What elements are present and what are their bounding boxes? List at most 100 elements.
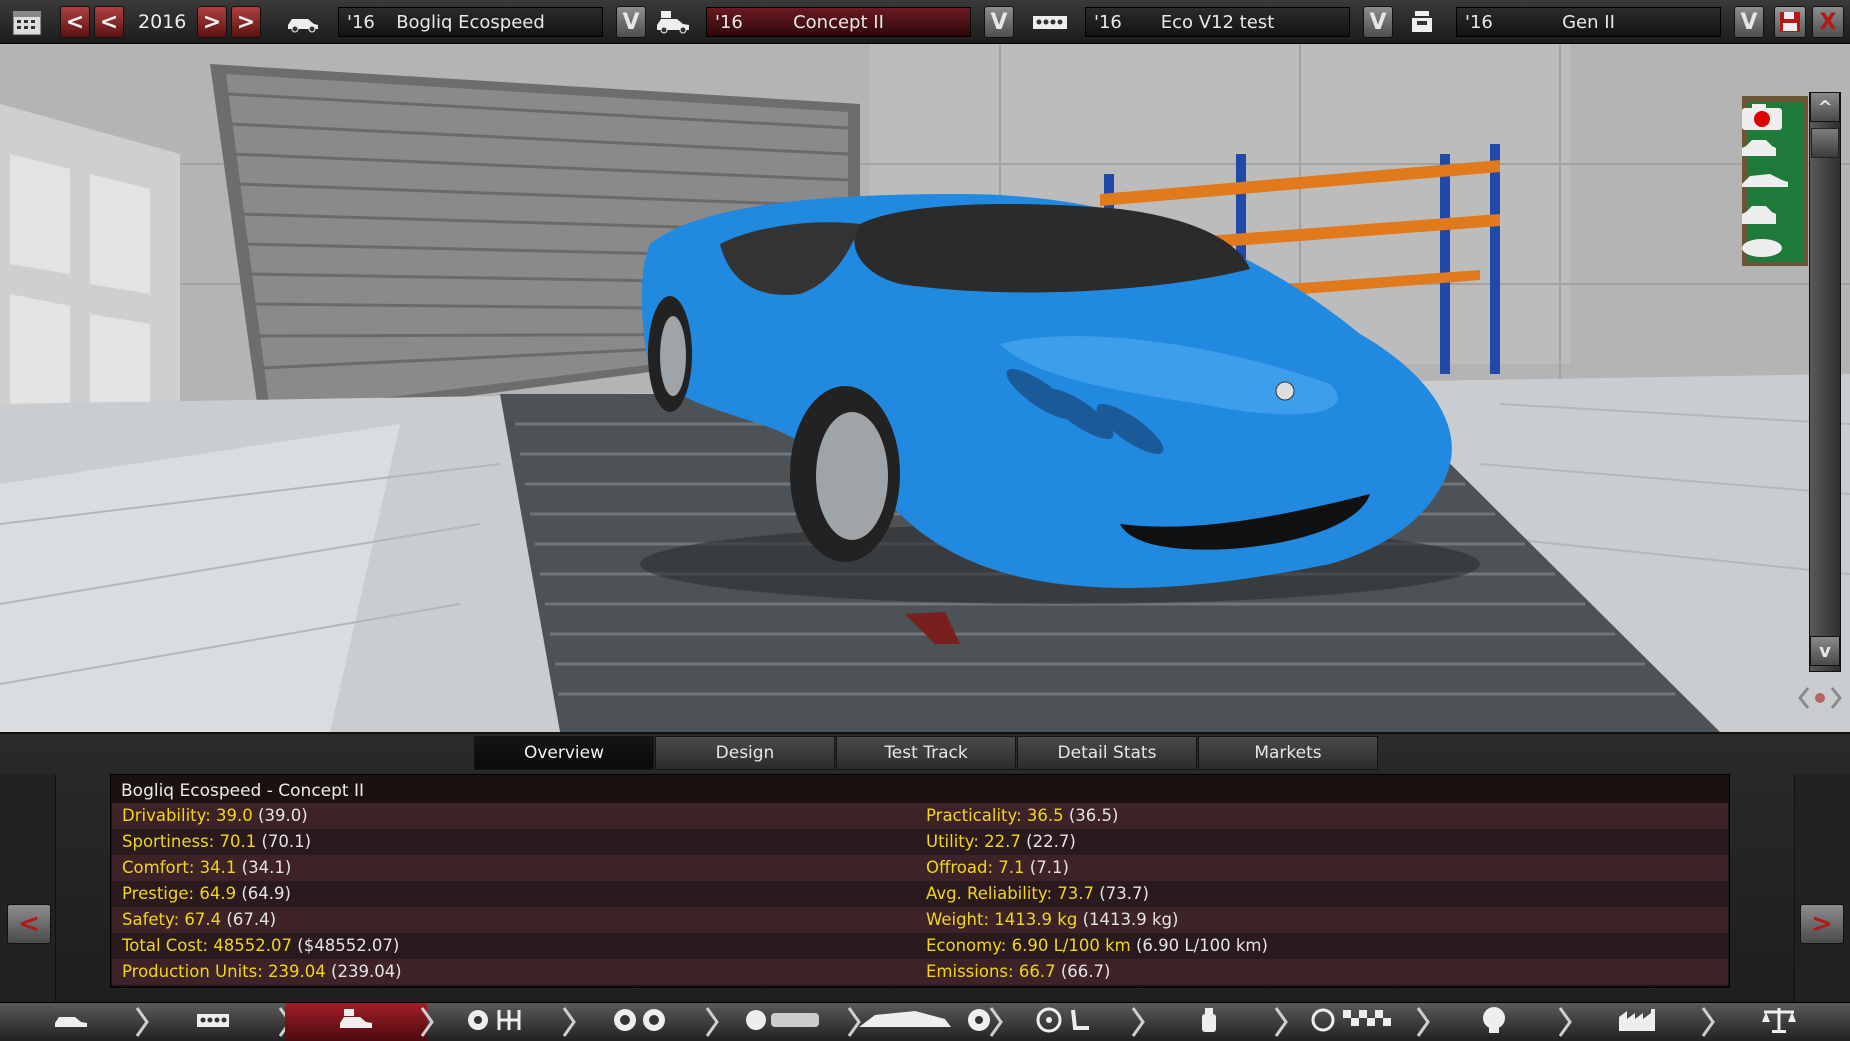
overview-stats: Bogliq Ecospeed - Concept II Drivability… — [110, 774, 1730, 988]
year-prev-fast-button[interactable]: < — [60, 6, 90, 38]
research-icon — [1477, 1005, 1511, 1041]
engine-nav[interactable] — [142, 1003, 284, 1041]
car-3d-viewport[interactable]: ^ v — [0, 44, 1850, 732]
stat-row: Drivability: 39.0 (39.0) Practicality: 36… — [112, 803, 1728, 829]
car-trim-icon — [654, 8, 692, 36]
camera-scroll-down-button[interactable]: v — [1810, 636, 1840, 666]
testing-nav[interactable] — [1281, 1003, 1423, 1041]
stat-left: Safety: 67.4 (67.4) — [122, 910, 276, 929]
suspension-nav[interactable] — [569, 1003, 711, 1041]
stat-label: Offroad: — [926, 858, 994, 877]
engine-family-year: '16 — [1465, 11, 1493, 33]
right-side-column: > — [1794, 774, 1850, 1004]
close-icon[interactable]: X — [1812, 6, 1844, 38]
stat-prev: (66.7) — [1060, 962, 1111, 981]
factory-icon — [1617, 1007, 1657, 1039]
engine-family-dropdown-button[interactable]: V — [1734, 6, 1764, 38]
stat-left: Total Cost: 48552.07 ($48552.07) — [122, 936, 399, 955]
stat-prev: (7.1) — [1029, 858, 1069, 877]
car-trim-dropdown-button[interactable]: V — [984, 6, 1014, 38]
engine-select[interactable]: '16 Eco V12 test — [1085, 7, 1350, 37]
tab-markets[interactable]: Markets — [1198, 736, 1378, 770]
stat-value: 67.4 — [184, 910, 222, 929]
stat-left: Comfort: 34.1 (34.1) — [122, 858, 291, 877]
stat-label: Avg. Reliability: — [926, 884, 1053, 903]
stat-value: 66.7 — [1018, 962, 1056, 981]
car-model-render[interactable] — [0, 44, 1850, 732]
engine-icon — [1030, 8, 1070, 36]
engine-dropdown-button[interactable]: V — [1363, 6, 1393, 38]
stat-label: Safety: — [122, 910, 180, 929]
record-camera-icon[interactable] — [1740, 102, 1798, 130]
stat-label: Production Units: — [122, 962, 263, 981]
stat-left: Production Units: 239.04 (239.04) — [122, 962, 402, 981]
stat-right: Emissions: 66.7 (66.7) — [926, 962, 1110, 981]
steering-wheel-icon — [1035, 1006, 1099, 1040]
year-prev-button[interactable]: < — [94, 6, 124, 38]
stat-label: Total Cost: — [122, 936, 209, 955]
fixture-nav[interactable] — [1138, 1003, 1280, 1041]
car-model-nav[interactable] — [0, 1003, 142, 1041]
next-page-button[interactable]: > — [1800, 904, 1844, 944]
save-icon[interactable] — [1774, 6, 1806, 38]
stat-prev: (64.9) — [241, 884, 291, 903]
stat-right: Offroad: 7.1 (7.1) — [926, 858, 1069, 877]
previous-page-button[interactable]: < — [7, 904, 51, 944]
engine-family-select[interactable]: '16 Gen II — [1456, 7, 1721, 37]
tab-test-track[interactable]: Test Track — [836, 736, 1016, 770]
car-model-dropdown-button[interactable]: V — [616, 6, 646, 38]
interior-nav[interactable] — [996, 1003, 1138, 1041]
stat-prev: ($48552.07) — [297, 936, 400, 955]
stat-label: Economy: — [926, 936, 1007, 955]
car-designer-app: < < 2016 > > '16 Bogliq Ecospeed V '16 C… — [0, 0, 1850, 1041]
car-model-year: '16 — [347, 11, 375, 33]
year-next-button[interactable]: > — [197, 6, 227, 38]
spray-icon — [1190, 1006, 1230, 1040]
car-model-icon — [53, 1009, 89, 1037]
car-front-view-icon[interactable] — [1740, 138, 1798, 166]
stat-value: 70.1 — [219, 832, 257, 851]
year-next-fast-button[interactable]: > — [231, 6, 261, 38]
drivetrain-nav[interactable] — [427, 1003, 569, 1041]
body-nav[interactable] — [712, 1003, 854, 1041]
camera-scroll-thumb[interactable] — [1811, 128, 1839, 158]
car-model-icon — [285, 8, 321, 36]
stat-value: 36.5 — [1026, 806, 1064, 825]
stat-row: Comfort: 34.1 (34.1) Offroad: 7.1 (7.1) — [112, 855, 1728, 881]
calendar-icon[interactable] — [8, 8, 46, 36]
car-top-view-icon[interactable] — [1740, 236, 1798, 264]
engine-family-icon — [1404, 8, 1440, 36]
tab-overview[interactable]: Overview — [474, 736, 654, 770]
engine-icon — [195, 1009, 231, 1037]
stat-right: Utility: 22.7 (22.7) — [926, 832, 1076, 851]
fullscreen-icon[interactable] — [1798, 684, 1848, 718]
stat-value: 1413.9 kg — [994, 910, 1078, 929]
car-model-select[interactable]: '16 Bogliq Ecospeed — [338, 7, 603, 37]
stat-prev: (70.1) — [261, 832, 312, 851]
stat-row: Production Units: 239.04 (239.04) Emissio… — [112, 959, 1728, 985]
research-nav[interactable] — [1423, 1003, 1565, 1041]
factory-nav[interactable] — [1565, 1003, 1707, 1041]
chassis-icon — [743, 1007, 823, 1039]
car-trim-select[interactable]: '16 Concept II — [706, 7, 971, 37]
design-nav[interactable] — [854, 1003, 996, 1041]
stat-prev: (39.0) — [258, 806, 308, 825]
stat-value: 39.0 — [216, 806, 253, 825]
stat-prev: (1413.9 kg) — [1082, 910, 1179, 929]
balance-nav[interactable] — [1708, 1003, 1850, 1041]
camera-scroll-rail[interactable] — [1809, 92, 1841, 672]
tab-design[interactable]: Design — [655, 736, 835, 770]
car-side-view-icon[interactable] — [1740, 170, 1798, 198]
stat-value: 7.1 — [998, 858, 1025, 877]
car-trim-nav[interactable] — [284, 1003, 427, 1041]
car-rear-view-icon[interactable] — [1740, 204, 1798, 232]
stats-title: Bogliq Ecospeed - Concept II — [121, 781, 365, 801]
stat-value: 64.9 — [199, 884, 237, 903]
car-model-name: Bogliq Ecospeed — [396, 11, 545, 33]
camera-scroll-up-button[interactable]: ^ — [1810, 92, 1840, 122]
bottom-navigation — [0, 1002, 1850, 1041]
stat-left: Prestige: 64.9 (64.9) — [122, 884, 291, 903]
car-body-icon — [855, 1005, 995, 1041]
stat-prev: (73.7) — [1099, 884, 1149, 903]
tab-detail-stats[interactable]: Detail Stats — [1017, 736, 1197, 770]
